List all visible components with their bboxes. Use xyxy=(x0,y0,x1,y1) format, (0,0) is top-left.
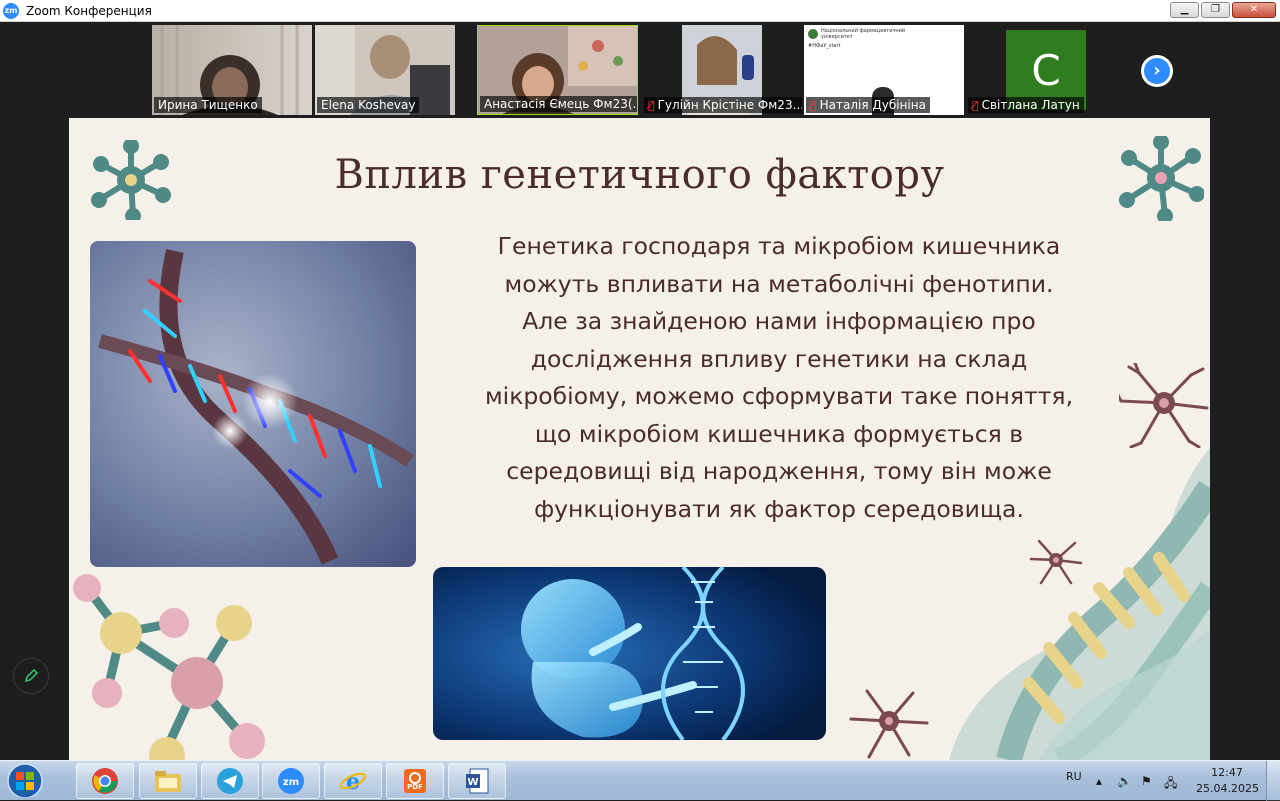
window-title: Zoom Конференция xyxy=(26,3,152,18)
mic-muted-icon: 🎙̸ xyxy=(972,98,979,112)
word-icon: W xyxy=(466,768,489,794)
participant-tile-active[interactable]: Анастасія Ємець Фм23(... xyxy=(477,25,638,115)
pdf-icon: PDF xyxy=(404,769,426,793)
mic-muted-icon: 🎙̸ xyxy=(648,98,655,112)
participant-strip: Ирина Тищенко Elena Koshevay Анастасія Є… xyxy=(0,22,1280,118)
volume-icon[interactable]: 🔈 xyxy=(1117,774,1132,788)
participant-tile[interactable]: Ирина Тищенко xyxy=(152,25,312,115)
mic-muted-icon: 🎙̸ xyxy=(810,98,817,112)
participant-name: 🎙̸ Гулійн Крістіне Фм23... xyxy=(644,97,802,113)
participant-tile[interactable]: Elena Koshevay xyxy=(315,25,455,115)
minimize-button[interactable]: ▁ xyxy=(1170,2,1199,18)
body-line: функціонувати як фактор середовища. xyxy=(534,494,1024,523)
taskbar-chrome[interactable] xyxy=(76,763,134,799)
taskbar-explorer[interactable] xyxy=(139,763,197,799)
participant-tile[interactable]: С 🎙̸ Світлана Латун xyxy=(966,25,1126,115)
annotate-pencil-button[interactable] xyxy=(13,658,49,694)
windows-taskbar: zm e PDF W RU ▴ 🔈 ⚑ 🖧 12:47 25.04.2025 xyxy=(0,760,1280,801)
body-line: можуть впливати на метаболічні фенотипи. xyxy=(504,269,1054,298)
taskbar-pdf[interactable]: PDF xyxy=(386,763,444,799)
telegram-icon xyxy=(217,768,243,794)
taskbar-ie[interactable]: e xyxy=(324,763,382,799)
university-logo-icon xyxy=(808,29,818,39)
pencil-icon xyxy=(24,668,39,683)
next-page-button[interactable]: › xyxy=(1141,55,1173,87)
thumb-text: #НФаУ_start xyxy=(808,43,841,49)
zoom-icon: zm xyxy=(278,768,304,794)
shared-slide: Вплив генетичного фактору Генетика госпо… xyxy=(69,118,1210,760)
svg-text:PDF: PDF xyxy=(407,783,423,791)
close-button[interactable]: ✕ xyxy=(1232,2,1276,18)
body-line: дослідження впливу генетики на склад xyxy=(530,344,1028,373)
neuron-decoration-icon xyxy=(1119,363,1209,448)
clock-time: 12:47 xyxy=(1211,766,1243,779)
start-button[interactable] xyxy=(4,762,46,798)
body-line: Але за знайденою нами інформацією про xyxy=(522,307,1036,335)
participant-tile[interactable]: 🎙̸ Гулійн Крістіне Фм23... xyxy=(642,25,802,115)
explorer-icon xyxy=(155,771,181,792)
dna-helix-image xyxy=(90,241,416,567)
tray-expand-icon[interactable]: ▴ xyxy=(1096,774,1102,788)
ie-icon: e xyxy=(340,769,366,795)
restore-button[interactable]: ❐ xyxy=(1201,2,1230,18)
participant-name: Elena Koshevay xyxy=(317,97,420,113)
svg-text:zm: zm xyxy=(283,777,299,788)
taskbar-zoom[interactable]: zm xyxy=(262,763,320,799)
taskbar-clock[interactable]: 12:47 25.04.2025 xyxy=(1196,765,1259,797)
action-center-flag-icon[interactable]: ⚑ xyxy=(1141,774,1152,788)
show-desktop-button[interactable] xyxy=(1266,761,1280,801)
taskbar-word[interactable]: W xyxy=(448,763,506,799)
fetus-dna-image xyxy=(433,567,826,740)
participant-tile[interactable]: Національний фармацевтичний університет … xyxy=(804,25,964,115)
language-indicator[interactable]: RU xyxy=(1066,770,1082,783)
neuron-decoration-icon xyxy=(849,689,929,759)
participant-name: 🎙̸ Світлана Латун xyxy=(968,97,1084,113)
molecule-decoration-icon xyxy=(73,574,265,760)
svg-text:W: W xyxy=(467,777,478,788)
body-line: Генетика господаря та мікробіом кишечник… xyxy=(497,232,1061,260)
zoom-app-icon: zm xyxy=(3,2,19,19)
network-icon[interactable]: 🖧 xyxy=(1164,774,1177,795)
participant-name: Ирина Тищенко xyxy=(154,97,262,113)
window-titlebar: zm Zoom Конференция ▁ ❐ ✕ xyxy=(0,0,1280,22)
clock-date: 25.04.2025 xyxy=(1196,782,1259,795)
taskbar-telegram[interactable] xyxy=(201,763,259,799)
participant-name: 🎙̸ Наталія Дубініна xyxy=(806,97,930,113)
body-line: середовищі від народження, тому він може xyxy=(506,457,1052,485)
chevron-right-icon: › xyxy=(1144,58,1170,84)
participant-name: Анастасія Ємець Фм23(... xyxy=(480,96,637,112)
chrome-icon xyxy=(92,768,118,794)
body-line: мікробіому, можемо сформувати таке понят… xyxy=(484,382,1074,410)
svg-text:e: e xyxy=(346,769,360,795)
slide-body-text: Генетика господаря та мікробіом кишечник… xyxy=(459,228,1099,528)
thumb-text: університет xyxy=(821,34,853,40)
slide-title: Вплив генетичного фактору xyxy=(334,152,945,198)
body-line: що мікробіом кишечника формується в xyxy=(534,419,1024,448)
